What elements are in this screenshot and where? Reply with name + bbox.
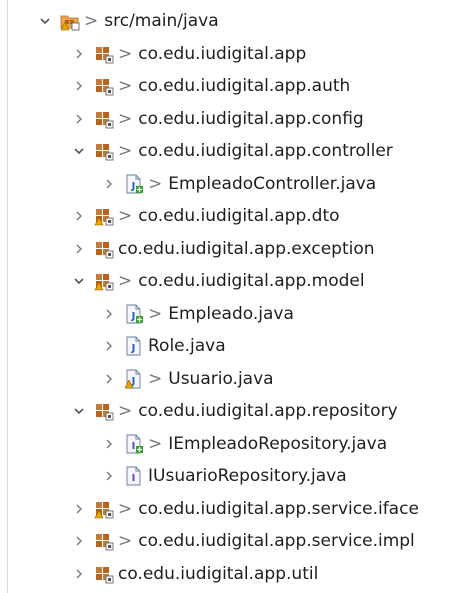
package-explorer-tree[interactable]: > src/main/java > co.edu.iudigital.app > co… [0,5,459,590]
git-dirty-marker: > [118,271,133,292]
tree-item-src-main-java[interactable]: > src/main/java [0,5,459,38]
git-dirty-marker: > [118,108,133,129]
svg-text:J: J [131,311,136,322]
svg-text:I: I [132,441,136,452]
chevron-right-icon[interactable] [70,76,88,96]
package-warning-icon [94,499,114,519]
tree-item-co-edu-iudigital-app-model[interactable]: > co.edu.iudigital.app.model [0,265,459,298]
tree-item-label: Usuario.java [168,368,274,389]
tree-item-usuario-java[interactable]: J > Usuario.java [0,363,459,396]
chevron-down-icon[interactable] [70,141,88,161]
package-icon [94,141,114,161]
chevron-right-icon[interactable] [70,109,88,129]
git-dirty-marker: > [118,43,133,64]
package-icon [94,239,114,259]
git-dirty-marker: > [148,368,163,389]
package-icon [94,401,114,421]
interface-file-added-icon: I [124,434,144,454]
interface-file-icon: I [124,466,144,486]
tree-item-label: Role.java [148,336,226,357]
tree-item-label: IUsuarioRepository.java [148,466,347,487]
tree-item-label: co.edu.iudigital.app.auth [138,76,351,97]
tree-item-label: EmpleadoController.java [168,173,377,194]
tree-item-empleado-java[interactable]: J > Empleado.java [0,298,459,331]
tree-item-co-edu-iudigital-app-service-iface[interactable]: > co.edu.iudigital.app.service.iface [0,493,459,526]
tree-item-iusuariorepository-java[interactable]: I IUsuarioRepository.java [0,460,459,493]
tree-item-co-edu-iudigital-app-service-impl[interactable]: > co.edu.iudigital.app.service.impl [0,525,459,558]
java-file-added-icon: J [124,304,144,324]
tree-item-iempleadorepository-java[interactable]: I > IEmpleadoRepository.java [0,428,459,461]
tree-item-co-edu-iudigital-app-util[interactable]: co.edu.iudigital.app.util [0,558,459,591]
git-dirty-marker: > [118,206,133,227]
tree-item-label: co.edu.iudigital.app.service.impl [138,531,415,552]
git-dirty-marker: > [148,433,163,454]
tree-item-co-edu-iudigital-app[interactable]: > co.edu.iudigital.app [0,38,459,71]
chevron-right-icon[interactable] [70,206,88,226]
tree-item-label: co.edu.iudigital.app.controller [138,141,393,162]
java-file-icon: J [124,336,144,356]
tree-item-co-edu-iudigital-app-auth[interactable]: > co.edu.iudigital.app.auth [0,70,459,103]
tree-item-role-java[interactable]: J Role.java [0,330,459,363]
svg-text:J: J [131,343,136,354]
tree-item-label: src/main/java [104,11,219,32]
git-dirty-marker: > [118,498,133,519]
chevron-down-icon[interactable] [70,271,88,291]
tree-item-co-edu-iudigital-app-exception[interactable]: co.edu.iudigital.app.exception [0,233,459,266]
package-warning-icon [94,271,114,291]
tree-item-label: co.edu.iudigital.app.config [138,108,364,129]
tree-item-label: Empleado.java [168,303,294,324]
git-dirty-marker: > [118,401,133,422]
chevron-right-icon[interactable] [70,44,88,64]
tree-item-label: co.edu.iudigital.app.service.iface [138,498,419,519]
package-icon [94,109,114,129]
git-dirty-marker: > [118,531,133,552]
git-dirty-marker: > [118,141,133,162]
git-dirty-marker: > [118,76,133,97]
tree-item-label: IEmpleadoRepository.java [168,433,388,454]
chevron-right-icon[interactable] [70,239,88,259]
chevron-right-icon[interactable] [70,531,88,551]
tree-item-label: co.edu.iudigital.app.repository [138,401,398,422]
source-folder-icon [60,11,80,31]
git-dirty-marker: > [148,303,163,324]
tree-item-label: co.edu.iudigital.app [138,43,307,64]
java-file-warning-icon: J [124,369,144,389]
chevron-right-icon[interactable] [100,369,118,389]
chevron-right-icon[interactable] [100,466,118,486]
svg-text:I: I [132,473,136,484]
chevron-right-icon[interactable] [100,336,118,356]
tree-item-co-edu-iudigital-app-repository[interactable]: > co.edu.iudigital.app.repository [0,395,459,428]
chevron-right-icon[interactable] [100,174,118,194]
package-warning-icon [94,206,114,226]
tree-item-co-edu-iudigital-app-controller[interactable]: > co.edu.iudigital.app.controller [0,135,459,168]
tree-item-label: co.edu.iudigital.app.model [138,271,365,292]
chevron-right-icon[interactable] [70,564,88,584]
java-file-added-icon: J [124,174,144,194]
tree-item-label: co.edu.iudigital.app.exception [118,238,375,259]
tree-item-co-edu-iudigital-app-config[interactable]: > co.edu.iudigital.app.config [0,103,459,136]
tree-item-empleadocontroller-java[interactable]: J > EmpleadoController.java [0,168,459,201]
package-icon [94,44,114,64]
package-icon [94,531,114,551]
package-icon [94,564,114,584]
chevron-right-icon[interactable] [100,434,118,454]
tree-item-label: co.edu.iudigital.app.dto [138,206,340,227]
git-dirty-marker: > [148,173,163,194]
chevron-down-icon[interactable] [70,401,88,421]
git-dirty-marker: > [84,11,99,32]
svg-text:J: J [131,181,136,192]
tree-item-co-edu-iudigital-app-dto[interactable]: > co.edu.iudigital.app.dto [0,200,459,233]
chevron-right-icon[interactable] [100,304,118,324]
chevron-right-icon[interactable] [70,499,88,519]
package-icon [94,76,114,96]
chevron-down-icon[interactable] [36,11,54,31]
tree-item-label: co.edu.iudigital.app.util [118,563,319,584]
